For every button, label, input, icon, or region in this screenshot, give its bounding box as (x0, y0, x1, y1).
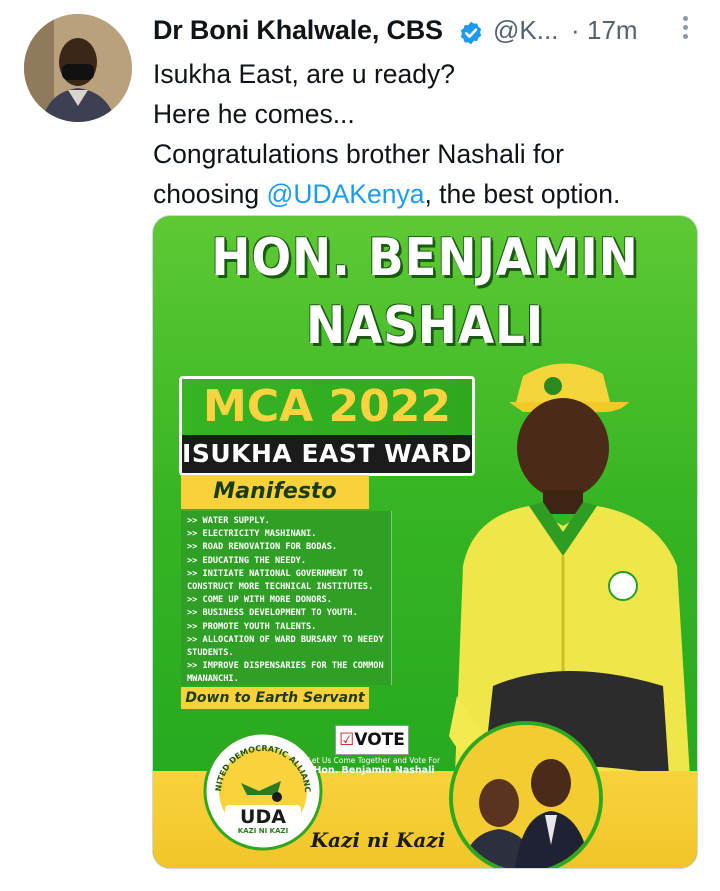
manifesto-item: ROAD RENOVATION FOR BODAS. (187, 541, 385, 554)
tweet-line: Isukha East, are u ready? (153, 59, 455, 89)
manifesto-item: WATER SUPPLY. (187, 515, 385, 528)
leaders-photo (449, 721, 603, 868)
vote-check-icon: ☑ (339, 730, 355, 750)
uda-motto: KAZI NI KAZI (238, 827, 288, 835)
manifesto-title: Manifesto (181, 475, 369, 509)
mca-year: MCA 2022 (182, 379, 472, 435)
vote-line1: Let Us Come Together and Vote For (307, 756, 441, 765)
tweet-text-segment: , the best option. (424, 179, 621, 209)
author-name[interactable]: Dr Boni Khalwale, CBS (153, 15, 443, 46)
manifesto-item: INITIATE NATIONAL GOVERNMENT TO CONSTRUC… (187, 568, 385, 594)
vote-line2: Hon. Benjamin Nashali (313, 765, 435, 776)
tweet-line: Here he comes... (153, 99, 355, 129)
poster-slogan: Down to Earth Servant (181, 687, 369, 709)
manifesto-item: EDUCATING THE NEEDY. (187, 555, 385, 568)
author-avatar[interactable] (24, 14, 132, 122)
tweet-timestamp[interactable]: 17m (587, 15, 638, 46)
uda-abbr: UDA (240, 806, 286, 828)
tweet-header: Dr Boni Khalwale, CBS @K... · 17m (153, 10, 700, 50)
manifesto-item: ALLOCATION OF WARD BURSARY TO NEEDY STUD… (187, 634, 385, 660)
more-options-icon[interactable] (673, 12, 697, 46)
poster-name-line2: NASHALI (305, 296, 545, 356)
manifesto-item: BUSINESS DEVELOPMENT TO YOUTH. (187, 607, 385, 620)
verified-badge-icon (460, 21, 482, 45)
tweet-line: choosing @UDAKenya, the best option. (153, 174, 713, 214)
vote-badge: ☑VOTE (335, 725, 409, 755)
kazi-slogan: Kazi ni Kazi (310, 828, 446, 852)
tweet-text: Isukha East, are u ready? Here he comes.… (153, 54, 713, 214)
tweet-media-image[interactable]: HON. BENJAMIN NASHALI MCA 2022 ISUKHA EA… (152, 215, 698, 869)
mca-box: MCA 2022 ISUKHA EAST WARD (179, 376, 475, 476)
author-handle[interactable]: @K... (493, 15, 558, 46)
manifesto-panel: WATER SUPPLY. ELECTRICITY MASHINANI. ROA… (181, 511, 392, 685)
manifesto-list: WATER SUPPLY. ELECTRICITY MASHINANI. ROA… (181, 511, 391, 691)
tweet-text-segment: choosing (153, 179, 267, 209)
manifesto-item: PROMOTE YOUTH TALENTS. (187, 621, 385, 634)
poster-name-line1: HON. BENJAMIN (211, 228, 639, 288)
vote-caption: Let Us Come Together and Vote For Hon. B… (299, 756, 449, 776)
vote-label: VOTE (354, 730, 405, 750)
mention-link[interactable]: @UDAKenya (266, 179, 424, 209)
manifesto-item: IMPROVE DISPENSARIES FOR THE COMMON MWAN… (187, 660, 385, 686)
manifesto-item: COME UP WITH MORE DONORS. (187, 594, 385, 607)
manifesto-item: ELECTRICITY MASHINANI. (187, 528, 385, 541)
tweet-line: Congratulations brother Nashali for (153, 139, 564, 169)
ward-name: ISUKHA EAST WARD (182, 439, 472, 468)
meta-separator: · (571, 15, 580, 45)
